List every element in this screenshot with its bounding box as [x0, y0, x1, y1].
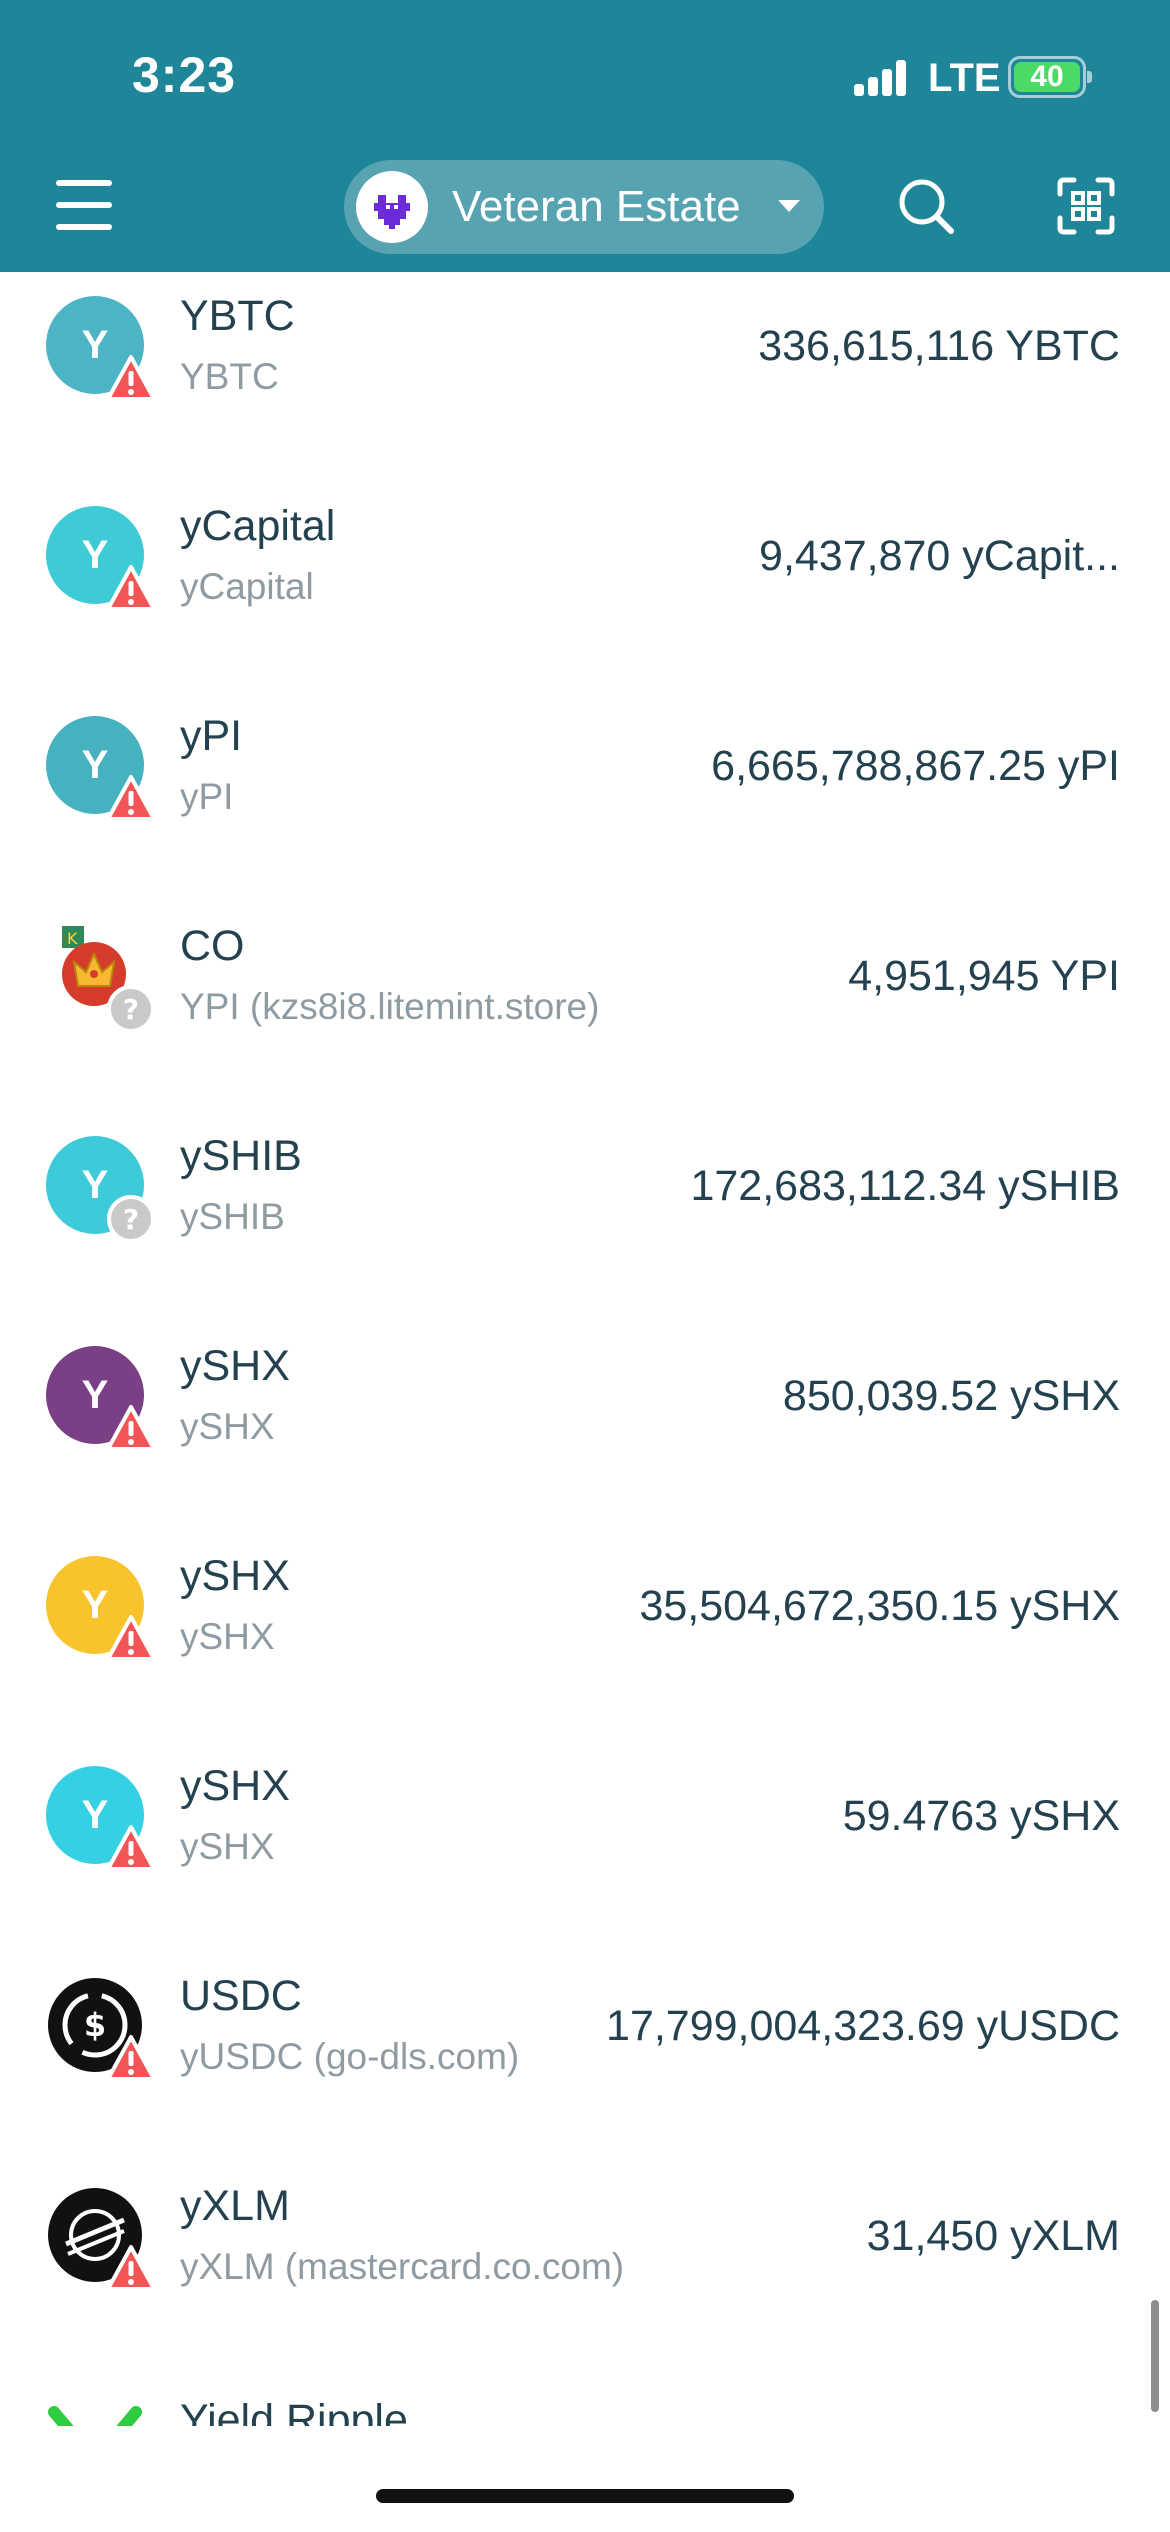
network-type: LTE — [928, 56, 1001, 100]
token-letter: Y — [81, 1582, 109, 1627]
warning-icon — [106, 2245, 156, 2291]
asset-row-yshx[interactable]: Y ySHX ySHX 35,504,672,350.15 ySHX — [0, 1532, 1170, 1742]
chevron-down-icon — [778, 200, 800, 212]
warning-icon — [106, 565, 156, 611]
asset-row-yshib[interactable]: Y ? ySHIB ySHIB 172,683,112.34 ySHIB — [0, 1112, 1170, 1322]
account-switcher[interactable]: Veteran Estate — [344, 160, 824, 254]
asset-code: yCapital — [180, 566, 314, 607]
asset-name: yCapital — [180, 502, 336, 550]
asset-balance: 850,039.52 ySHX — [782, 1372, 1120, 1420]
battery-fill: 40 — [1014, 60, 1080, 93]
bottom-safe-area — [0, 2426, 1170, 2532]
asset-row-yxlm[interactable]: yXLM yXLM (mastercard.co.com) 31,450 yXL… — [0, 2162, 1170, 2372]
asset-balance: 4,951,945 YPI — [848, 952, 1120, 1000]
asset-name: ySHIB — [180, 1132, 302, 1180]
unknown-icon: ? — [107, 1195, 155, 1243]
warning-icon — [106, 2035, 156, 2081]
asset-row-ypi[interactable]: Y yPI yPI 6,665,788,867.25 yPI — [0, 692, 1170, 902]
svg-text:K: K — [67, 929, 78, 948]
svg-text:$: $ — [84, 2006, 106, 2044]
asset-row-yield-ripple[interactable]: Yield Ripple — [0, 2372, 1170, 2426]
warning-icon — [106, 355, 156, 401]
asset-code: ySHX — [180, 1616, 275, 1657]
asset-name: ySHX — [180, 1762, 290, 1810]
unknown-icon: ? — [107, 985, 155, 1033]
asset-row-yshx[interactable]: Y ySHX ySHX 850,039.52 ySHX — [0, 1322, 1170, 1532]
token-letter: Y — [81, 1792, 109, 1837]
asset-code: YPI (kzs8i8.litemint.store) — [180, 986, 600, 1027]
battery-level: 40 — [1030, 60, 1064, 93]
asset-code: ySHIB — [180, 1196, 285, 1237]
warning-icon — [106, 775, 156, 821]
asset-name: YBTC — [180, 292, 295, 340]
warning-icon — [106, 1615, 156, 1661]
asset-name: yXLM — [180, 2182, 290, 2230]
search-button[interactable] — [896, 176, 956, 236]
asset-row-usdc[interactable]: $ USDC yUSDC (go-dls.com) 17,799,004,323… — [0, 1952, 1170, 2162]
asset-row-ybtc[interactable]: Y YBTC YBTC 336,615,116 YBTC — [0, 272, 1170, 482]
token-letter: Y — [81, 742, 109, 787]
asset-code: YBTC — [180, 356, 279, 397]
token-letter: Y — [81, 1372, 109, 1417]
account-name: Veteran Estate — [452, 182, 741, 231]
asset-balance: 59.4763 ySHX — [842, 1792, 1120, 1840]
asset-name: yPI — [180, 712, 243, 760]
asset-balance: 6,665,788,867.25 yPI — [711, 742, 1120, 790]
ripple-x-icon — [48, 2406, 142, 2426]
asset-code: yPI — [180, 776, 234, 817]
pixel-heart-icon — [374, 195, 410, 229]
asset-name: ySHX — [180, 1342, 290, 1390]
asset-balance: 35,504,672,350.15 ySHX — [639, 1582, 1120, 1630]
asset-code: yUSDC (go-dls.com) — [180, 2036, 520, 2077]
token-letter: Y — [81, 322, 109, 367]
hamburger-icon-bar — [56, 224, 112, 230]
asset-code: ySHX — [180, 1406, 275, 1447]
hamburger-icon-bar — [56, 202, 112, 208]
asset-code: yXLM (mastercard.co.com) — [180, 2246, 625, 2287]
asset-row-ycapital[interactable]: Y yCapital yCapital 9,437,870 yCapit... — [0, 482, 1170, 692]
asset-row-co[interactable]: K ? CO YPI (kzs8i8.litemint.store) 4,951… — [0, 902, 1170, 1112]
token-letter: Y — [81, 532, 109, 577]
asset-code: ySHX — [180, 1826, 275, 1867]
asset-balance: 17,799,004,323.69 yUSDC — [606, 2002, 1120, 2050]
battery-icon: 40 — [1008, 56, 1092, 98]
asset-name: Yield Ripple — [180, 2396, 408, 2426]
battery-nub — [1087, 71, 1092, 83]
scroll-indicator[interactable] — [1151, 2300, 1159, 2412]
asset-row-yshx[interactable]: Y ySHX ySHX 59.4763 ySHX — [0, 1742, 1170, 1952]
asset-name: USDC — [180, 1972, 302, 2020]
asset-balance: 31,450 yXLM — [866, 2212, 1120, 2260]
home-indicator[interactable] — [376, 2489, 794, 2503]
menu-button[interactable] — [56, 180, 112, 230]
asset-name: ySHX — [180, 1552, 290, 1600]
asset-name: CO — [180, 922, 245, 970]
svg-text:?: ? — [123, 1203, 139, 1236]
asset-balance: 336,615,116 YBTC — [758, 322, 1120, 370]
qr-scan-icon — [1057, 177, 1115, 235]
search-icon — [899, 179, 954, 234]
asset-balance: 172,683,112.34 ySHIB — [690, 1162, 1120, 1210]
app-header: 3:23 LTE 40 Veteran Estate — [0, 0, 1170, 272]
warning-icon — [106, 1405, 156, 1451]
token-letter: Y — [81, 1162, 109, 1207]
warning-icon — [106, 1825, 156, 1871]
hamburger-icon-bar — [56, 180, 112, 186]
cellular-signal-icon — [854, 60, 908, 96]
scan-button[interactable] — [1056, 176, 1116, 236]
asset-balance: 9,437,870 yCapit... — [759, 532, 1120, 580]
status-time: 3:23 — [132, 47, 237, 103]
account-avatar — [356, 171, 428, 243]
asset-list: Y YBTC YBTC 336,615,116 YBTC Y yCapital … — [0, 272, 1170, 2426]
svg-text:?: ? — [123, 993, 139, 1026]
